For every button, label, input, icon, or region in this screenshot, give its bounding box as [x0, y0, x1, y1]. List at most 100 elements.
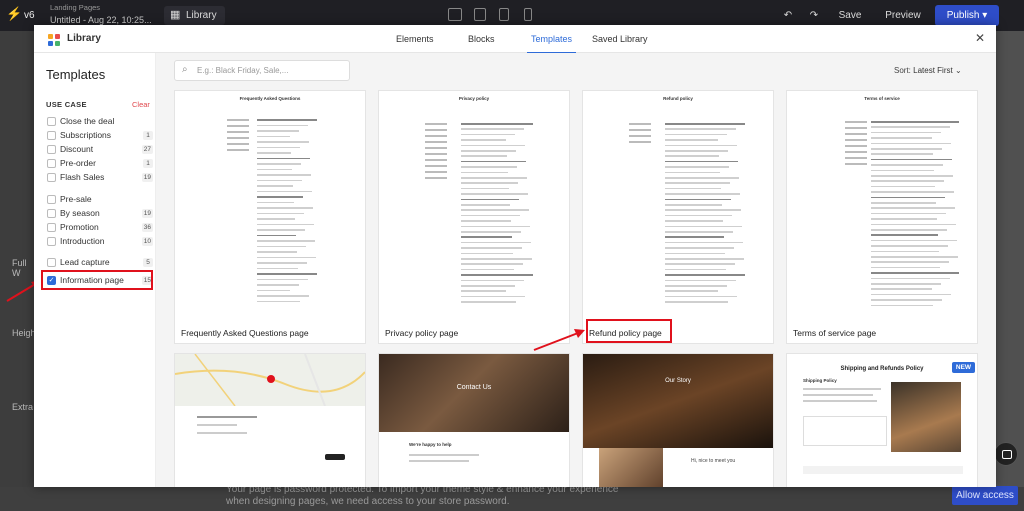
tab-saved-library[interactable]: Saved Library: [592, 34, 648, 44]
checkbox[interactable]: [47, 209, 56, 218]
text-line: [257, 196, 303, 198]
filter-introduction[interactable]: Introduction 10: [47, 236, 153, 248]
chat-button[interactable]: [994, 442, 1018, 466]
text-line: [461, 274, 533, 276]
laptop-view-icon[interactable]: [474, 8, 486, 21]
checkbox[interactable]: [47, 131, 56, 140]
text-line: [257, 179, 302, 181]
text-line: [257, 212, 304, 214]
text-line: [871, 277, 950, 280]
template-caption: Privacy policy page: [385, 328, 459, 338]
text-line: [461, 225, 530, 228]
filter-pre-order[interactable]: Pre-order 1: [47, 158, 153, 170]
checkbox[interactable]: [47, 159, 56, 168]
template-card-faq[interactable]: Frequently Asked Questions Frequently As…: [174, 90, 366, 344]
filter-flash-sales[interactable]: Flash Sales 19: [47, 172, 153, 184]
template-card-privacy[interactable]: Privacy policy Privacy policy page: [378, 90, 570, 344]
library-button[interactable]: ▦ Library: [164, 6, 225, 25]
text-line: [257, 229, 305, 231]
text-line: [461, 295, 525, 298]
text-line: [461, 220, 511, 222]
checkbox[interactable]: [47, 223, 56, 232]
chat-icon: [1002, 450, 1012, 459]
tab-blocks[interactable]: Blocks: [468, 34, 495, 44]
template-card-contact-us[interactable]: Contact Us We're happy to help: [378, 353, 570, 487]
filter-close-the-deal[interactable]: Close the deal: [47, 116, 153, 128]
template-card-shipping[interactable]: Shipping and Refunds Policy Shipping Pol…: [786, 353, 978, 487]
app-logo-icon[interactable]: ⚡: [6, 7, 22, 21]
count-badge: 1: [143, 131, 153, 140]
text-line: [871, 283, 941, 285]
text-line: [257, 168, 292, 170]
template-card-our-story[interactable]: Our Story Hi, nice to meet you: [582, 353, 774, 487]
text-line: [461, 198, 519, 201]
checkbox[interactable]: [47, 173, 56, 182]
text-line: [665, 279, 736, 282]
library-modal: Library Elements Blocks Templates Saved …: [34, 25, 996, 487]
map-icon: [175, 354, 365, 406]
search-input[interactable]: ⌕ E.g.: Black Friday, Sale,...: [174, 60, 350, 81]
text-line: [665, 290, 718, 292]
undo-icon[interactable]: ↶: [780, 6, 796, 26]
coffee-hero-image: Our Story: [583, 354, 773, 448]
template-thumbnail: Privacy policy: [379, 91, 569, 317]
text-line: [871, 121, 959, 123]
text-line: [461, 209, 529, 211]
count-badge: 5: [143, 258, 153, 267]
background-right-panel: [996, 31, 1024, 511]
text-line: [461, 258, 532, 260]
tab-elements[interactable]: Elements: [396, 34, 434, 44]
publish-button[interactable]: Publish ▾: [935, 5, 999, 26]
redo-icon[interactable]: ↷: [806, 6, 822, 26]
text-line: [257, 234, 296, 236]
text-line: [845, 133, 867, 135]
text-line: [665, 182, 730, 184]
text-line: [871, 299, 942, 301]
template-card-map-contact[interactable]: [174, 353, 366, 487]
library-icon: ▦: [170, 9, 181, 21]
desktop-view-icon[interactable]: [448, 8, 462, 21]
text-line: [665, 139, 718, 141]
filter-by-season[interactable]: By season 19: [47, 208, 153, 220]
text-line: [871, 131, 941, 134]
text-line: [257, 218, 295, 220]
filter-discount[interactable]: Discount 27: [47, 144, 153, 156]
text-line: [425, 135, 447, 137]
checkbox[interactable]: [47, 145, 56, 154]
password-message: Your page is password protected. To impo…: [226, 484, 619, 507]
text-line: [665, 123, 745, 125]
checkbox[interactable]: [47, 237, 56, 246]
text-line: [257, 130, 299, 132]
text-line: [871, 126, 950, 128]
filter-pre-sale[interactable]: Pre-sale: [47, 194, 153, 206]
filter-lead-capture[interactable]: Lead capture 5: [47, 257, 153, 269]
tablet-view-icon[interactable]: [499, 8, 509, 21]
text-line: [257, 141, 309, 143]
text-line: [629, 129, 651, 131]
checkbox[interactable]: [47, 117, 56, 126]
preview-button[interactable]: Preview: [880, 6, 926, 26]
count-badge: 1: [143, 159, 153, 168]
text-line: [461, 290, 506, 292]
text-line: [227, 149, 249, 151]
sort-dropdown[interactable]: Sort: Latest First ⌄: [894, 66, 962, 75]
text-line: [409, 460, 469, 462]
template-card-refund[interactable]: Refund policy Refund policy page: [582, 90, 774, 344]
clear-button[interactable]: Clear: [132, 100, 150, 109]
filter-subscriptions[interactable]: Subscriptions 1: [47, 130, 153, 142]
breadcrumb[interactable]: Landing Pages: [50, 3, 100, 12]
text-line: [871, 202, 936, 204]
text-line: [425, 141, 447, 143]
template-card-terms[interactable]: Terms of service Terms of service page: [786, 90, 978, 344]
text-line: [257, 300, 300, 302]
text-line: [461, 187, 509, 190]
filter-promotion[interactable]: Promotion 36: [47, 222, 153, 234]
save-button[interactable]: Save: [832, 6, 868, 26]
checkbox[interactable]: [47, 195, 56, 204]
tab-templates[interactable]: Templates: [526, 34, 577, 54]
close-icon[interactable]: ✕: [975, 31, 985, 45]
checkbox[interactable]: [47, 258, 56, 267]
page-title[interactable]: Untitled - Aug 22, 10:25...: [50, 15, 152, 25]
mobile-view-icon[interactable]: [524, 8, 532, 21]
allow-access-button[interactable]: Allow access: [952, 486, 1018, 505]
